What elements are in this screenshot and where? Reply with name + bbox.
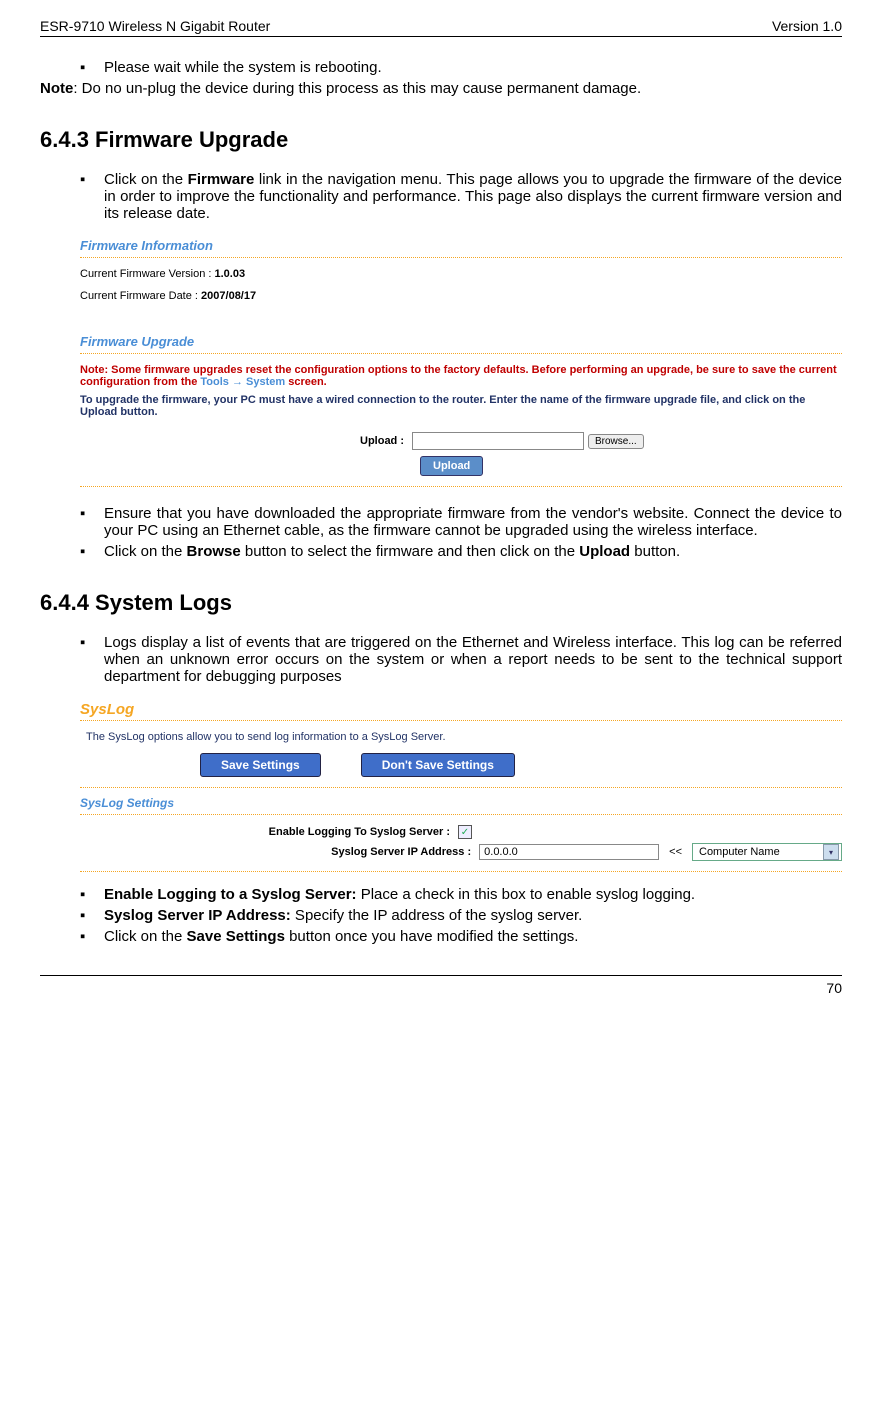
doc-header-left: ESR-9710 Wireless N Gigabit Router — [40, 18, 270, 34]
syslog-ip-text: Syslog Server IP Address: Specify the IP… — [104, 907, 842, 924]
firmware-date-line: Current Firmware Date : 2007/08/17 — [80, 290, 842, 302]
bullet-marker: ▪ — [80, 543, 104, 560]
syslog-panel: SysLog The SysLog options allow you to s… — [80, 701, 842, 872]
firmware-upgrade-title: Firmware Upgrade — [80, 334, 842, 349]
firmware-ensure-text: Ensure that you have downloaded the appr… — [104, 505, 842, 539]
bullet-marker: ▪ — [80, 505, 104, 539]
syslog-ip-label: Syslog Server IP Address : — [331, 846, 471, 858]
doc-header-right: Version 1.0 — [772, 18, 842, 34]
reboot-wait-text: Please wait while the system is rebootin… — [104, 59, 842, 76]
save-settings-button[interactable]: Save Settings — [200, 753, 321, 777]
enable-syslog-label: Enable Logging To Syslog Server : — [269, 826, 450, 838]
bullet-marker: ▪ — [80, 886, 104, 903]
note-text: : Do no un-plug the device during this p… — [73, 80, 641, 97]
syslog-intro-text: Logs display a list of events that are t… — [104, 634, 842, 685]
bullet-marker: ▪ — [80, 59, 104, 76]
bullet-marker: ▪ — [80, 928, 104, 945]
firmware-version-line: Current Firmware Version : 1.0.03 — [80, 268, 842, 280]
firmware-note: Note: Some firmware upgrades reset the c… — [80, 364, 842, 388]
upload-button[interactable]: Upload — [420, 456, 483, 476]
computer-name-select[interactable]: Computer Name ▾ — [692, 843, 842, 861]
bullet-marker: ▪ — [80, 171, 104, 222]
syslog-ip-input[interactable]: 0.0.0.0 — [479, 844, 659, 860]
enable-logging-text: Enable Logging to a Syslog Server: Place… — [104, 886, 842, 903]
save-settings-text: Click on the Save Settings button once y… — [104, 928, 842, 945]
section-heading-syslog: 6.4.4 System Logs — [40, 590, 842, 616]
note-label: Note — [40, 80, 73, 97]
chevron-down-icon: ▾ — [823, 844, 839, 860]
firmware-panel: Firmware Information Current Firmware Ve… — [80, 238, 842, 487]
firmware-info-title: Firmware Information — [80, 238, 842, 253]
firmware-browse-text: Click on the Browse button to select the… — [104, 543, 842, 560]
upload-file-input[interactable] — [412, 432, 584, 450]
page-number: 70 — [826, 980, 842, 996]
dropdown-value: Computer Name — [699, 846, 780, 858]
section-heading-firmware: 6.4.3 Firmware Upgrade — [40, 127, 842, 153]
upload-label: Upload : — [360, 435, 404, 447]
lshift-icon: << — [669, 846, 682, 858]
note-line: Note: Do no un-plug the device during th… — [40, 80, 842, 97]
bullet-marker: ▪ — [80, 907, 104, 924]
syslog-settings-title: SysLog Settings — [80, 796, 842, 810]
bullet-marker: ▪ — [80, 634, 104, 685]
firmware-desc: To upgrade the firmware, your PC must ha… — [80, 394, 842, 418]
syslog-desc: The SysLog options allow you to send log… — [86, 731, 842, 743]
browse-button[interactable]: Browse... — [588, 434, 644, 449]
firmware-intro-text: Click on the Firmware link in the naviga… — [104, 171, 842, 222]
syslog-title: SysLog — [80, 701, 842, 718]
enable-syslog-checkbox[interactable]: ✓ — [458, 825, 472, 839]
dont-save-button[interactable]: Don't Save Settings — [361, 753, 515, 777]
